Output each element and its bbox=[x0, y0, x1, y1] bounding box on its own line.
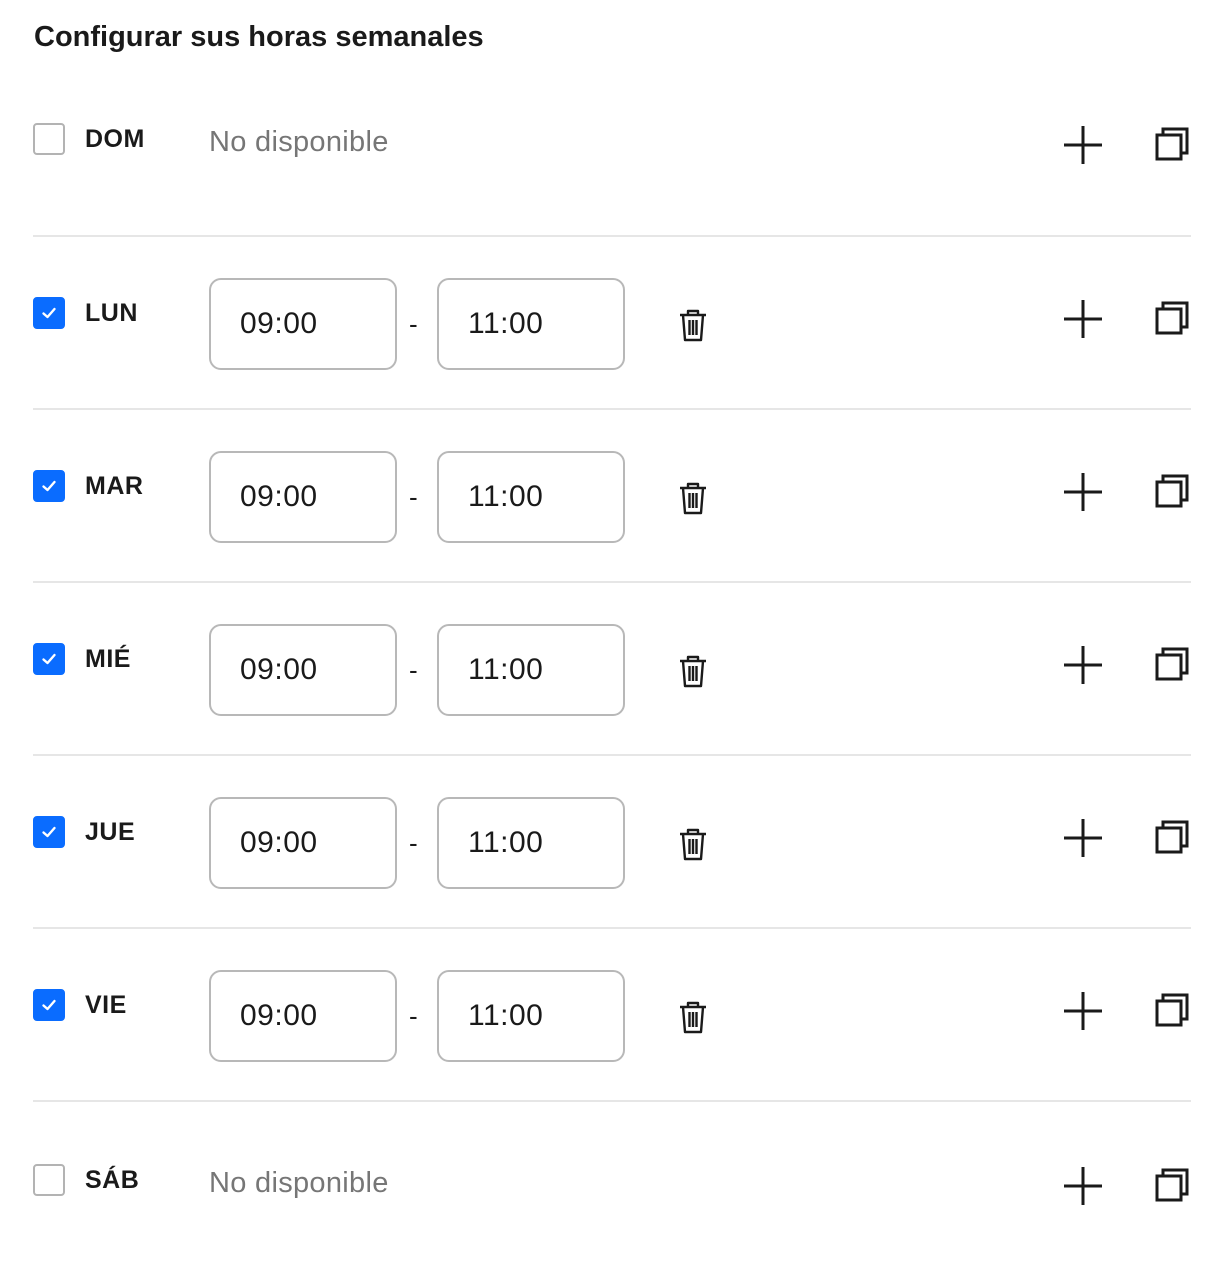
day-label: VIE bbox=[85, 990, 127, 1019]
check-icon bbox=[42, 307, 56, 318]
add-interval-button[interactable] bbox=[1061, 297, 1105, 341]
check-icon bbox=[42, 999, 56, 1010]
plus-icon bbox=[1064, 991, 1102, 1030]
time-separator: - bbox=[409, 1000, 418, 1031]
unavailable-text: No disponible bbox=[209, 1166, 389, 1199]
copy-icon bbox=[1155, 993, 1189, 1026]
add-interval-button[interactable] bbox=[1061, 123, 1105, 167]
time-separator: - bbox=[409, 654, 418, 685]
day-checkbox-lun[interactable] bbox=[33, 296, 65, 329]
copy-icon bbox=[1155, 301, 1189, 334]
day-row-mar: MAR - bbox=[33, 410, 1191, 583]
check-icon bbox=[42, 480, 56, 491]
check-icon bbox=[42, 653, 56, 664]
day-checkbox-mie[interactable] bbox=[33, 642, 65, 675]
trash-icon bbox=[680, 655, 706, 687]
day-row-sab: SÁB No disponible bbox=[33, 1102, 1191, 1277]
day-row-dom: DOM No disponible bbox=[33, 62, 1191, 237]
day-checkbox-mar[interactable] bbox=[33, 469, 65, 502]
day-label: MAR bbox=[85, 471, 144, 500]
day-checkbox-jue[interactable] bbox=[33, 815, 65, 848]
add-interval-button[interactable] bbox=[1061, 1164, 1105, 1208]
day-label: DOM bbox=[85, 124, 145, 153]
copy-times-button[interactable] bbox=[1153, 818, 1191, 856]
unavailable-text: No disponible bbox=[209, 125, 389, 158]
day-row-vie: VIE - bbox=[33, 929, 1191, 1102]
trash-icon bbox=[680, 1001, 706, 1033]
plus-icon bbox=[1064, 818, 1102, 857]
day-row-lun: LUN - bbox=[33, 237, 1191, 410]
add-interval-button[interactable] bbox=[1061, 816, 1105, 860]
day-label: MIÉ bbox=[85, 644, 131, 673]
trash-icon bbox=[680, 482, 706, 514]
copy-times-button[interactable] bbox=[1153, 645, 1191, 683]
add-interval-button[interactable] bbox=[1061, 470, 1105, 514]
copy-icon bbox=[1155, 820, 1189, 853]
plus-icon bbox=[1064, 1166, 1102, 1205]
end-time-input[interactable] bbox=[437, 277, 625, 370]
page-title: Configurar sus horas semanales bbox=[34, 21, 484, 53]
check-icon bbox=[42, 826, 56, 837]
time-separator: - bbox=[409, 308, 418, 339]
add-interval-button[interactable] bbox=[1061, 989, 1105, 1033]
end-time-input[interactable] bbox=[437, 623, 625, 716]
day-label: SÁB bbox=[85, 1165, 140, 1194]
weekly-hours-list: DOM No disponible LUN - MAR bbox=[33, 62, 1191, 1277]
copy-times-button[interactable] bbox=[1153, 299, 1191, 337]
copy-icon bbox=[1155, 1168, 1189, 1201]
end-time-input[interactable] bbox=[437, 969, 625, 1062]
plus-icon bbox=[1064, 645, 1102, 684]
delete-interval-button[interactable] bbox=[677, 480, 709, 516]
trash-icon bbox=[680, 828, 706, 860]
day-checkbox-sab[interactable] bbox=[33, 1163, 65, 1196]
delete-interval-button[interactable] bbox=[677, 307, 709, 343]
day-label: LUN bbox=[85, 298, 138, 327]
add-interval-button[interactable] bbox=[1061, 643, 1105, 687]
day-row-jue: JUE - bbox=[33, 756, 1191, 929]
end-time-input[interactable] bbox=[437, 450, 625, 543]
delete-interval-button[interactable] bbox=[677, 826, 709, 862]
start-time-input[interactable] bbox=[209, 623, 397, 716]
day-row-mie: MIÉ - bbox=[33, 583, 1191, 756]
day-checkbox-vie[interactable] bbox=[33, 988, 65, 1021]
start-time-input[interactable] bbox=[209, 450, 397, 543]
copy-times-button[interactable] bbox=[1153, 1166, 1191, 1204]
plus-icon bbox=[1064, 472, 1102, 511]
day-label: JUE bbox=[85, 817, 136, 846]
day-checkbox-dom[interactable] bbox=[33, 122, 65, 155]
time-separator: - bbox=[409, 481, 418, 512]
plus-icon bbox=[1064, 299, 1102, 338]
copy-times-button[interactable] bbox=[1153, 125, 1191, 163]
trash-icon bbox=[680, 309, 706, 341]
start-time-input[interactable] bbox=[209, 277, 397, 370]
copy-icon bbox=[1155, 127, 1189, 160]
start-time-input[interactable] bbox=[209, 969, 397, 1062]
end-time-input[interactable] bbox=[437, 796, 625, 889]
time-separator: - bbox=[409, 827, 418, 858]
delete-interval-button[interactable] bbox=[677, 999, 709, 1035]
copy-times-button[interactable] bbox=[1153, 991, 1191, 1029]
copy-icon bbox=[1155, 647, 1189, 680]
copy-icon bbox=[1155, 474, 1189, 507]
copy-times-button[interactable] bbox=[1153, 472, 1191, 510]
start-time-input[interactable] bbox=[209, 796, 397, 889]
delete-interval-button[interactable] bbox=[677, 653, 709, 689]
plus-icon bbox=[1064, 125, 1102, 164]
